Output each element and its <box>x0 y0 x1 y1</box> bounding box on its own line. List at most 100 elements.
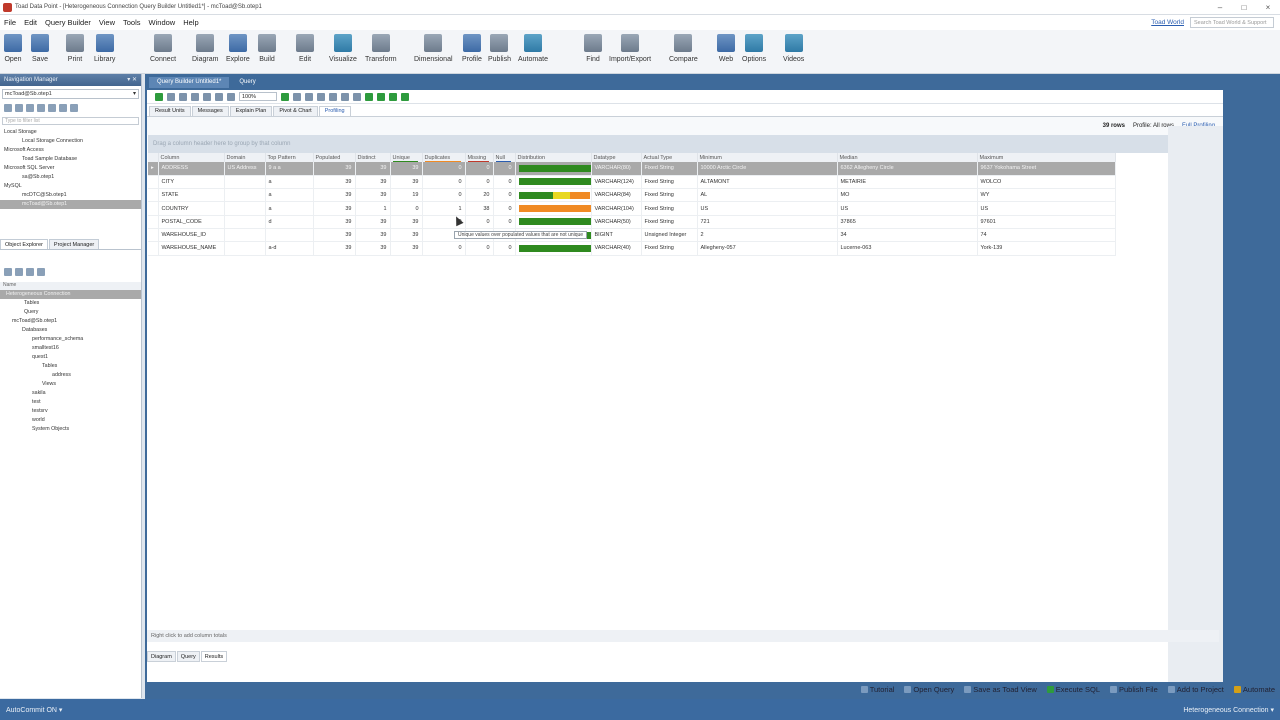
print-button[interactable]: Print <box>66 34 84 63</box>
col-header-maximum[interactable]: Maximum <box>977 153 1116 162</box>
menu-edit[interactable]: Edit <box>20 18 41 27</box>
tree-item[interactable]: smalltest16 <box>0 344 141 353</box>
import-export-button[interactable]: Import/Export <box>609 34 651 63</box>
filter-icon[interactable] <box>48 104 56 112</box>
col-header-domain[interactable]: Domain <box>224 153 266 162</box>
tree-item[interactable]: mcDTC@Sb.otep1 <box>0 191 141 200</box>
explore-button[interactable]: Explore <box>226 34 250 63</box>
tree-item[interactable]: Views <box>0 380 141 389</box>
tree-item[interactable]: MySQL <box>0 182 141 191</box>
add-icon[interactable] <box>365 92 373 101</box>
col-header-datatype[interactable]: Datatype <box>591 153 642 162</box>
export-icon[interactable] <box>281 92 289 101</box>
delete-icon[interactable] <box>26 268 34 276</box>
tab-result-units[interactable]: Result Units <box>149 106 191 116</box>
tree-item[interactable]: world <box>0 416 141 425</box>
layout-icon[interactable] <box>179 92 187 101</box>
tree-item[interactable]: quest1 <box>0 353 141 362</box>
transform-button[interactable]: Transform <box>365 34 397 63</box>
menu-query-builder[interactable]: Query Builder <box>41 18 95 27</box>
tree-item[interactable]: Microsoft SQL Server <box>0 164 141 173</box>
tree-item[interactable]: Query <box>0 308 141 317</box>
save-button[interactable]: Save <box>31 34 49 63</box>
edit-button[interactable]: Edit <box>296 34 314 63</box>
stop-icon[interactable] <box>167 92 175 101</box>
col-header-distribution[interactable]: Distribution <box>515 153 592 162</box>
videos-button[interactable]: Videos <box>783 34 804 63</box>
tutorial-button[interactable]: Tutorial <box>860 685 894 694</box>
diagram-icon[interactable] <box>191 92 199 101</box>
nav-filter-input[interactable]: Type to filter list <box>2 117 139 125</box>
refresh-icon[interactable] <box>15 104 23 112</box>
col-header-null[interactable]: Null <box>493 153 516 162</box>
visualize-button[interactable]: Visualize <box>329 34 357 63</box>
col-header-unique[interactable]: Unique <box>390 153 423 162</box>
menu-help[interactable]: Help <box>179 18 202 27</box>
tab-project-manager[interactable]: Project Manager <box>48 239 100 249</box>
html-icon[interactable] <box>401 92 409 101</box>
search-input[interactable]: Search Toad World & Support <box>1190 17 1274 28</box>
execute-sql-button[interactable]: Execute SQL <box>1046 685 1100 694</box>
open-icon[interactable] <box>15 268 23 276</box>
row-indicator[interactable] <box>148 241 159 256</box>
csv-icon[interactable] <box>389 92 397 101</box>
tree-item-selected[interactable]: mcToad@Sb.otep1 <box>0 200 141 209</box>
table-row[interactable]: CITY a 39 39 39 0 0 0 VARCHAR(124) Fixed String AL… <box>148 175 1116 190</box>
find-button[interactable]: Find <box>584 34 602 63</box>
new-icon[interactable] <box>4 268 12 276</box>
run-icon[interactable] <box>155 92 163 101</box>
tree-item[interactable]: Local Storage <box>0 128 141 137</box>
col-header-top-pattern[interactable]: Top Pattern <box>265 153 314 162</box>
compare-button[interactable]: Compare <box>669 34 698 63</box>
tree-item[interactable]: Local Storage Connection <box>0 137 141 146</box>
link-icon[interactable] <box>353 92 361 101</box>
col-header-actual-type[interactable]: Actual Type <box>641 153 698 162</box>
table-row[interactable]: POSTAL_CODE d 39 39 39 0 0 0 VARCHAR(50) Fixed St… <box>148 215 1116 229</box>
col-header-populated[interactable]: Populated <box>313 153 356 162</box>
profile-button[interactable]: Profile <box>462 34 482 63</box>
publish-file-button[interactable]: Publish File <box>1110 685 1158 694</box>
menu-view[interactable]: View <box>95 18 119 27</box>
panel-pin-icon[interactable]: ▾ ✕ <box>127 74 137 86</box>
row-indicator[interactable]: ▸ <box>148 162 159 176</box>
table-row[interactable]: WAREHOUSE_NAME a-d 39 39 39 0 0 0 VARCHAR(40) Fix… <box>148 241 1116 256</box>
tab-query[interactable]: Query <box>176 651 200 662</box>
disconnect-icon[interactable] <box>26 104 34 112</box>
minimize-button[interactable]: – <box>1208 3 1232 12</box>
menu-tools[interactable]: Tools <box>119 18 145 27</box>
tab-query-builder[interactable]: Query Builder Untitled1* <box>149 77 230 88</box>
tab-messages[interactable]: Messages <box>191 106 229 116</box>
diagram-button[interactable]: Diagram <box>192 34 218 63</box>
dimensional-button[interactable]: Dimensional <box>414 34 453 63</box>
connection-indicator[interactable]: Heterogeneous Connection ▾ <box>1183 706 1274 714</box>
tab-results[interactable]: Results <box>200 651 228 662</box>
tree-item[interactable]: test <box>0 398 141 407</box>
tree-item[interactable]: testsrv <box>0 407 141 416</box>
tree-item[interactable]: Microsoft Access <box>0 146 141 155</box>
row-indicator[interactable] <box>148 215 159 229</box>
table-row[interactable]: COUNTRY a 39 1 0 1 38 0 VARCHAR(104) Fixed String… <box>148 201 1116 216</box>
web-button[interactable]: Web <box>717 34 735 63</box>
options-button[interactable]: Options <box>742 34 766 63</box>
row-indicator[interactable] <box>148 188 159 203</box>
tree-item[interactable]: Toad Sample Database <box>0 155 141 164</box>
tab-profiling[interactable]: Profiling <box>318 106 351 116</box>
menu-window[interactable]: Window <box>145 18 180 27</box>
chart-icon[interactable] <box>341 92 349 101</box>
properties-icon[interactable] <box>37 104 45 112</box>
connect-button[interactable]: Connect <box>150 34 176 63</box>
col-header-missing[interactable]: Missing <box>465 153 494 162</box>
tree-item[interactable]: Tables <box>0 299 141 308</box>
automate-button[interactable]: Automate <box>1233 685 1275 694</box>
tree-item[interactable]: sa@Sb.otep1 <box>0 173 141 182</box>
tree-item[interactable]: sakila <box>0 389 141 398</box>
row-indicator[interactable] <box>148 228 159 243</box>
sum-icon[interactable] <box>215 92 223 101</box>
filter-icon[interactable] <box>305 92 313 101</box>
publish-button[interactable]: Publish <box>488 34 511 63</box>
tree-item-selected[interactable]: Heterogeneous Connection <box>0 290 141 299</box>
close-button[interactable]: × <box>1256 3 1280 12</box>
sort-icon[interactable] <box>59 104 67 112</box>
connection-select[interactable]: mcToad@Sb.otep1 <box>2 89 139 99</box>
tree-item[interactable]: Tables <box>0 362 141 371</box>
